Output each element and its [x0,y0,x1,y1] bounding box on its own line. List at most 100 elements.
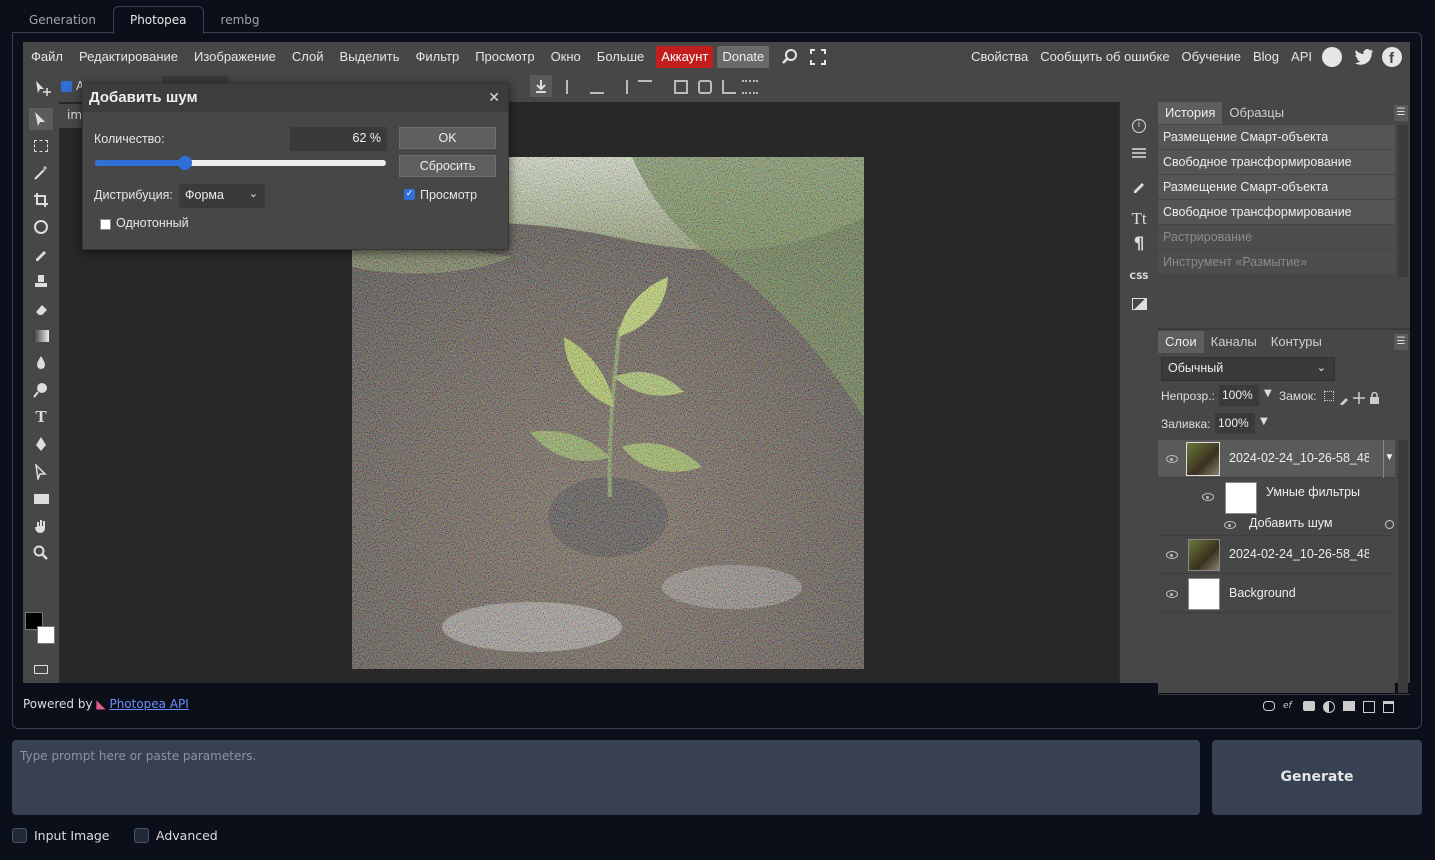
menu-learn[interactable]: Обучение [1176,42,1247,72]
input-image-option[interactable]: Input Image [12,828,110,843]
layer-row-background[interactable]: Background [1158,575,1395,613]
menu-file[interactable]: Файл [23,42,71,72]
image-icon[interactable] [1128,293,1150,315]
shape-tool[interactable] [29,488,53,510]
tab-photopea[interactable]: Photopea [112,6,204,34]
tab-rembg[interactable]: rembg [204,6,277,33]
photopea-api-link[interactable]: Photopea API [109,697,188,711]
facebook-icon[interactable]: f [1382,47,1402,67]
marquee-tool[interactable] [29,135,53,157]
menu-blog[interactable]: Blog [1247,42,1285,72]
layer-name[interactable]: 2024-02-24_10-26-58_48 [1229,547,1369,561]
align-left-icon[interactable] [566,80,580,94]
menu-report-bug[interactable]: Сообщить об ошибке [1034,42,1175,72]
fill-input[interactable]: 100% [1215,413,1255,434]
history-menu-icon[interactable]: ☰ [1394,105,1408,121]
menu-filter[interactable]: Фильтр [408,42,468,72]
smart-filter-mask-thumbnail[interactable] [1225,482,1257,514]
menu-edit[interactable]: Редактирование [71,42,186,72]
donate-button[interactable]: Donate [717,46,770,68]
search-icon[interactable] [781,48,799,66]
opacity-dropdown-icon[interactable]: ▼ [1264,388,1272,399]
expand-arrow-icon[interactable]: ▼ [1383,440,1395,478]
distribution-select[interactable]: Форма ⌄ [179,184,265,208]
path-select-tool[interactable] [29,461,53,483]
distribute-spacing-icon[interactable] [742,80,758,94]
eraser-tool[interactable] [29,298,53,320]
history-item[interactable]: Свободное трансформирование [1158,150,1395,175]
fullscreen-icon[interactable] [809,48,827,66]
history-item[interactable]: Свободное трансформирование [1158,200,1395,225]
align-top-icon[interactable] [638,80,652,94]
link-layers-icon[interactable] [1263,701,1275,711]
filter-name[interactable]: Добавить шум [1249,516,1332,530]
history-scrollbar[interactable] [1398,125,1408,277]
preview-checkbox[interactable]: ✓ [404,189,415,200]
info-icon[interactable]: i [1128,115,1150,137]
close-icon[interactable]: ✕ [488,90,500,106]
move-tool-icon[interactable] [33,79,53,97]
brush-tool[interactable] [29,243,53,265]
eye-icon[interactable] [1202,493,1214,501]
reddit-icon[interactable] [1322,47,1342,67]
menu-properties[interactable]: Свойства [965,42,1034,72]
eye-icon[interactable] [1166,455,1178,463]
slider-thumb[interactable] [178,156,193,170]
history-item[interactable]: Размещение Смарт-объекта [1158,175,1395,200]
tab-layers[interactable]: Слои [1158,331,1204,353]
tab-generation[interactable]: Generation [12,6,113,33]
healing-tool[interactable] [29,216,53,238]
distribute-center-icon[interactable] [698,80,712,94]
new-layer-icon[interactable] [1363,701,1375,713]
ok-button[interactable]: OK [399,127,496,149]
crop-tool[interactable] [29,189,53,211]
history-item[interactable]: Инструмент «Размытие» [1158,250,1395,275]
menu-api[interactable]: API [1285,42,1318,72]
opacity-input[interactable]: 100% [1219,385,1259,406]
eye-icon[interactable] [1224,521,1236,529]
character-icon[interactable]: Tt [1128,208,1150,230]
generate-button[interactable]: Generate [1212,740,1422,815]
distribute-icon[interactable] [674,80,688,94]
account-button[interactable]: Аккаунт [656,46,714,68]
dodge-tool[interactable] [29,379,53,401]
hand-tool[interactable] [29,515,53,537]
distribute-bottom-icon[interactable] [722,80,736,94]
menu-more[interactable]: Больше [589,42,653,72]
twitter-icon[interactable] [1354,48,1374,66]
layer-name[interactable]: Background [1229,586,1296,600]
monochrome-checkbox[interactable] [100,219,111,230]
advanced-option[interactable]: Advanced [134,828,218,843]
layer-row-image[interactable]: 2024-02-24_10-26-58_48 [1158,536,1395,574]
add-mask-icon[interactable] [1303,701,1315,711]
paragraph-icon[interactable]: ¶ [1128,233,1150,255]
lock-transparency-icon[interactable] [1324,391,1334,401]
amount-slider[interactable] [95,156,386,170]
align-right-icon[interactable] [614,80,628,94]
menu-image[interactable]: Изображение [186,42,284,72]
prompt-input[interactable]: Type prompt here or paste parameters. [12,740,1200,815]
adjustment-layer-icon[interactable] [1323,701,1335,713]
background-color-swatch[interactable] [37,626,55,644]
fill-dropdown-icon[interactable]: ▼ [1260,416,1268,427]
input-image-checkbox[interactable] [12,828,27,843]
adjustments-icon[interactable] [1128,142,1150,164]
pen-tool[interactable] [29,433,53,455]
reset-button[interactable]: Сбросить [399,155,496,177]
gradient-tool[interactable] [29,325,53,347]
tab-channels[interactable]: Каналы [1204,331,1264,353]
layer-row-smart[interactable]: 2024-02-24_10-26-58_48 ▼ [1158,440,1395,478]
new-group-icon[interactable] [1343,701,1355,711]
advanced-checkbox[interactable] [134,828,149,843]
fx-icon[interactable]: ef [1283,701,1295,711]
layers-scrollbar[interactable] [1398,440,1408,693]
layer-name[interactable]: 2024-02-24_10-26-58_48 [1229,451,1369,465]
amount-input[interactable]: 62 % [290,127,387,151]
tab-history[interactable]: История [1158,102,1223,124]
keyboard-icon[interactable] [29,658,53,680]
history-item[interactable]: Размещение Смарт-объекта [1158,125,1395,150]
tab-swatches[interactable]: Образцы [1222,102,1291,124]
history-item[interactable]: Растрирование [1158,225,1395,250]
eye-icon[interactable] [1166,551,1178,559]
menu-select[interactable]: Выделить [332,42,408,72]
